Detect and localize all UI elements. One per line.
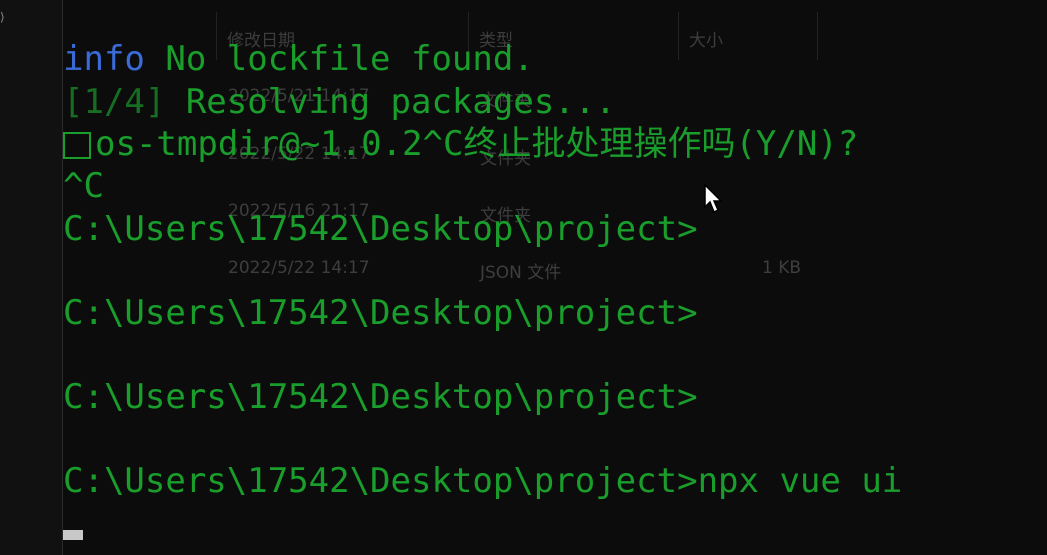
interrupt-line: os-tmpdir@~1.0.2^C终止批处理操作吗(Y/N)? (63, 123, 858, 165)
explorer-side-panel: ⟩ (0, 0, 63, 555)
prompt-line: C:\Users\17542\Desktop\project> (63, 209, 698, 249)
column-header-size[interactable]: 大小 (678, 12, 818, 60)
progress-line: [1/4] Resolving packages... (63, 81, 616, 123)
row-date: 2022/5/22 14:17 (228, 258, 370, 278)
row-type: JSON 文件 (480, 263, 562, 283)
chevron-icon[interactable]: ⟩ (0, 10, 5, 24)
info-line: info No lockfile found. (63, 38, 534, 80)
row-size: 1 KB (762, 258, 802, 278)
progress-text: Resolving packages... (165, 82, 616, 122)
unknown-glyph-box (63, 132, 91, 159)
terminal-output[interactable]: info No lockfile found. [1/4] Resolving … (63, 38, 902, 501)
prompt-line: C:\Users\17542\Desktop\project> (63, 293, 698, 333)
info-text: No lockfile found. (144, 39, 534, 79)
command-line: C:\Users\17542\Desktop\project>npx vue u… (63, 460, 902, 502)
command-text: npx vue ui (697, 461, 903, 501)
prompt: C:\Users\17542\Desktop\project> (63, 461, 698, 501)
prompt-line: C:\Users\17542\Desktop\project> (63, 377, 698, 417)
interrupt-text: os-tmpdir@~1.0.2^C终止批处理操作吗(Y/N)? (95, 124, 859, 164)
info-tag: info (63, 39, 145, 79)
mouse-pointer-icon (704, 183, 723, 214)
text-cursor (63, 530, 83, 540)
progress-step: [1/4] (63, 82, 166, 122)
ctrl-c-line: ^C (63, 166, 104, 206)
